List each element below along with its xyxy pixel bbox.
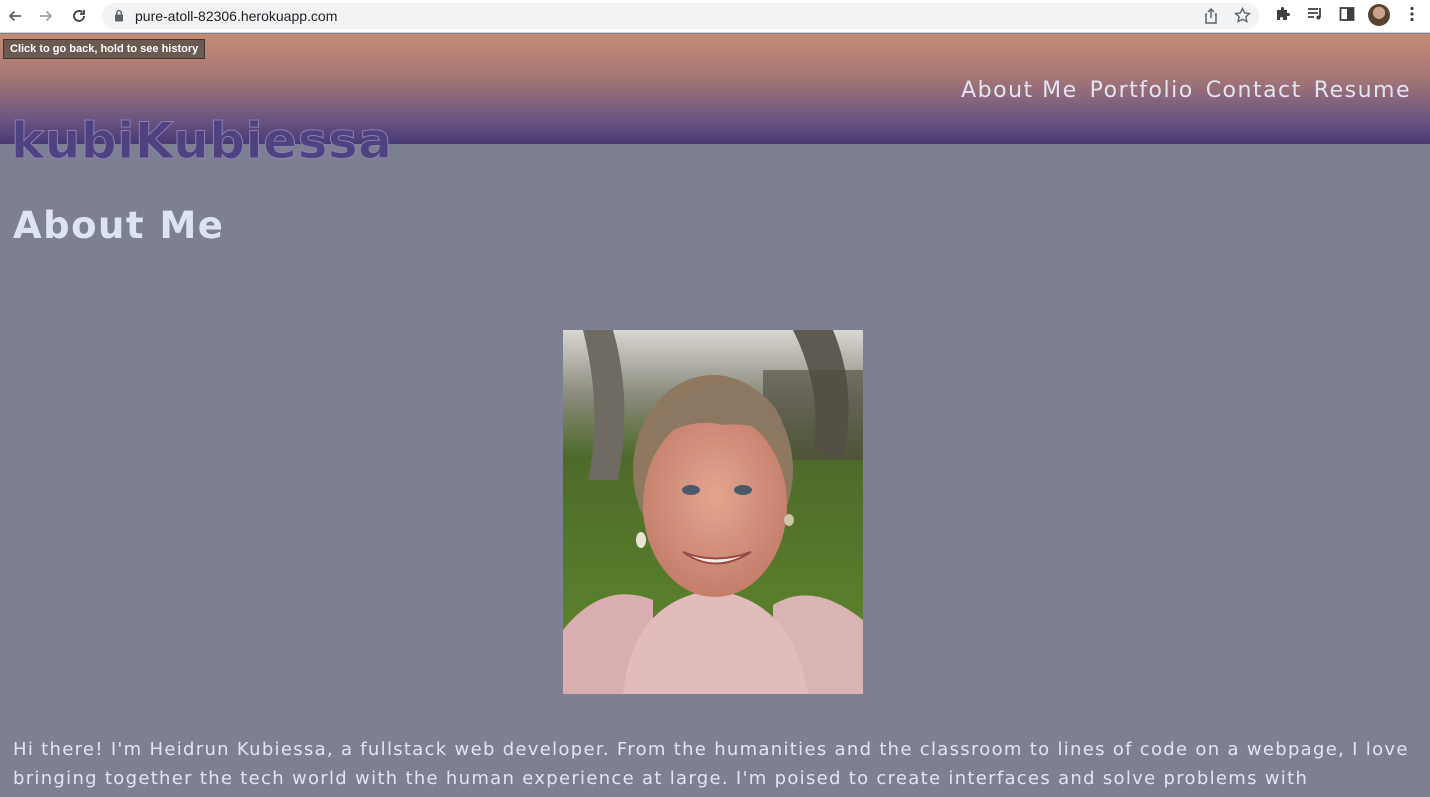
reload-icon <box>73 10 85 22</box>
side-panel-icon[interactable] <box>1338 5 1356 23</box>
site-brand[interactable]: kubiKubiessa <box>10 112 392 171</box>
nav-contact[interactable]: Contact <box>1206 78 1302 103</box>
star-icon[interactable] <box>1234 7 1251 24</box>
nav-portfolio[interactable]: Portfolio <box>1090 78 1194 103</box>
share-icon[interactable] <box>1203 7 1219 25</box>
extensions-icon[interactable] <box>1274 5 1292 23</box>
bio-paragraph: Hi there! I'm Heidrun Kubiessa, a fullst… <box>13 739 1409 789</box>
section-title: About Me <box>13 204 225 247</box>
site-nav: About Me Portfolio Contact Resume <box>961 78 1411 103</box>
reload-button[interactable] <box>68 5 90 27</box>
lock-icon <box>115 9 123 22</box>
back-icon <box>8 10 21 22</box>
url-text: pure-atoll-82306.herokuapp.com <box>135 8 338 24</box>
media-icon[interactable] <box>1306 5 1324 23</box>
profile-avatar[interactable] <box>1368 4 1390 26</box>
forward-icon <box>40 10 53 22</box>
back-button[interactable] <box>4 5 26 27</box>
menu-icon[interactable] <box>1403 5 1421 23</box>
address-bar[interactable]: pure-atoll-82306.herokuapp.com <box>102 3 1259 29</box>
forward-button[interactable] <box>35 5 57 27</box>
back-tooltip: Click to go back, hold to see history <box>3 39 206 59</box>
browser-toolbar: pure-atoll-82306.herokuapp.com <box>0 0 1430 33</box>
nav-resume[interactable]: Resume <box>1314 78 1411 103</box>
profile-photo <box>563 330 863 694</box>
nav-about-me[interactable]: About Me <box>961 78 1078 103</box>
